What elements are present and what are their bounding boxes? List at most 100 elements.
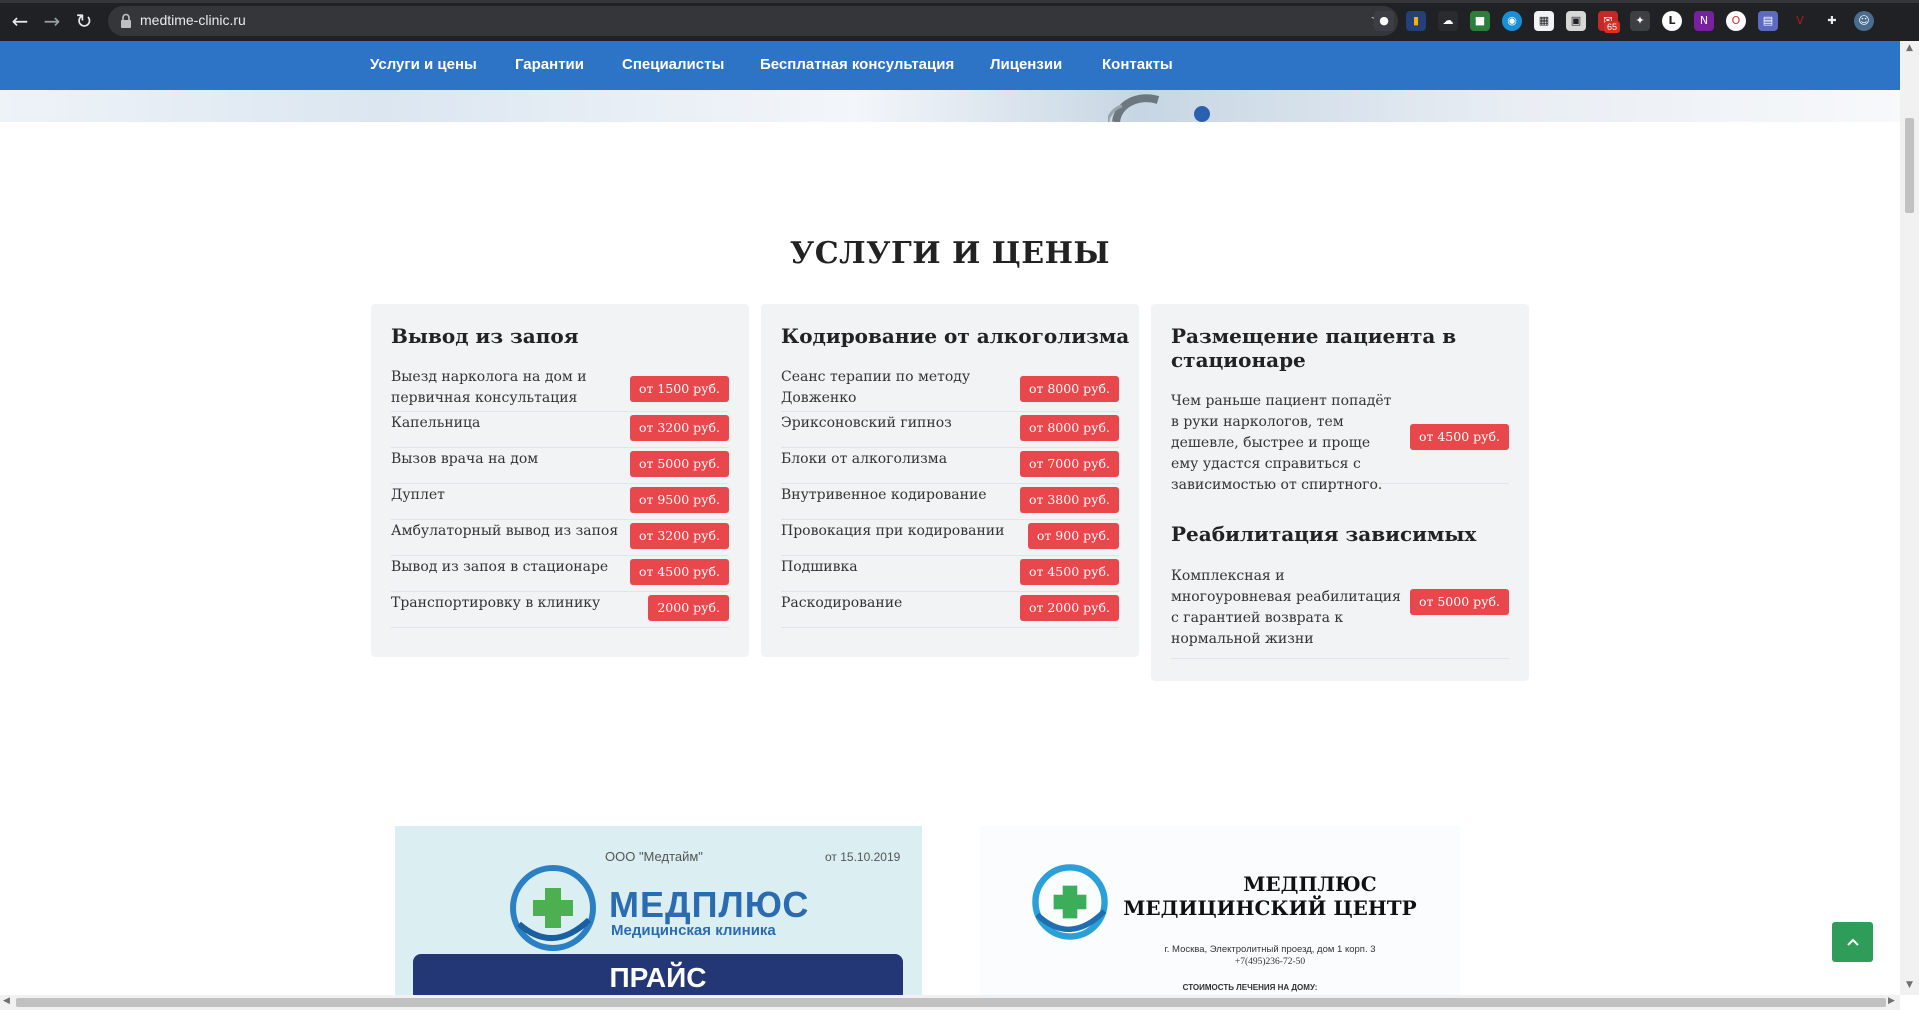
price-badge: от 7000 руб.: [1019, 451, 1119, 477]
extension-v-icon[interactable]: V: [1790, 11, 1810, 31]
tab-strip-edge: [0, 0, 1919, 3]
service-label: Провокация при кодировании: [781, 523, 1005, 539]
license-date: от 15.10.2019: [825, 850, 901, 864]
service-card-coding: Кодирование от алкоголизма Сеанс терапии…: [761, 304, 1139, 657]
medplus-logo-icon: [510, 865, 596, 951]
forward-icon[interactable]: →: [40, 9, 64, 33]
price-row: Подшивка от 4500 руб.: [781, 556, 1119, 592]
card-title-rehab: Реабилитация зависимых: [1171, 522, 1477, 546]
nav-item-consultation[interactable]: Бесплатная консультация: [760, 56, 954, 73]
price-badge: от 5000 руб.: [1409, 589, 1509, 615]
lock-icon: [121, 13, 131, 28]
price-row: Чем раньше пациент попадёт в руки наркол…: [1171, 391, 1509, 493]
nav-item-guarantees[interactable]: Гарантии: [515, 56, 584, 73]
price-badge: от 1500 руб.: [629, 376, 729, 402]
service-label: Капельница: [391, 415, 481, 431]
price-row: Выезд нарколога на дом и первичная консу…: [391, 367, 729, 412]
service-label: Блоки от алкоголизма: [781, 451, 948, 467]
price-row: Комплексная и многоуровневая реабилитаци…: [1171, 566, 1509, 659]
center-brand-line2: МЕДИЦИНСКИЙ ЦЕНТР: [1123, 896, 1417, 920]
scroll-up-arrow-icon[interactable]: ▲: [1906, 43, 1913, 53]
extension-save-icon[interactable]: ▤: [1758, 11, 1778, 31]
service-label: Сеанс терапии по методу Довженко: [781, 369, 971, 406]
hero-image-strip: [0, 90, 1900, 122]
service-label: Эриксоновский гипноз: [781, 415, 952, 431]
extension-1-icon[interactable]: ●: [1374, 11, 1394, 31]
back-icon[interactable]: ←: [8, 9, 32, 33]
scroll-left-arrow-icon[interactable]: ◀: [3, 996, 10, 1006]
medplus-center-logo-icon: [1032, 864, 1108, 940]
site-navbar: Услуги и цены Гарантии Специалисты Беспл…: [0, 41, 1900, 90]
center-phone: +7(495)236-72-50: [1234, 957, 1306, 967]
card-title: Размещение пациента в стационаре: [1171, 324, 1457, 372]
price-badge: от 8000 руб.: [1019, 415, 1119, 441]
price-badge: от 4500 руб.: [1019, 559, 1119, 585]
service-label: Вызов врача на дом: [391, 451, 539, 467]
price-row: Дуплет от 9500 руб.: [391, 484, 729, 520]
price-row: Капельница от 3200 руб.: [391, 412, 729, 448]
extension-blue-circle-icon[interactable]: ◉: [1502, 11, 1522, 31]
license-subtitle: Медицинская клиника: [611, 922, 776, 939]
vertical-scroll-thumb[interactable]: [1905, 118, 1914, 213]
scroll-to-top-button[interactable]: [1832, 922, 1873, 962]
browser-toolbar: ← → ↻ medtime-clinic.ru ☆ ● ▮ ☁ ■ ◉ ▦ ▣ …: [0, 0, 1919, 41]
service-card-inpatient: Размещение пациента в стационаре Чем ран…: [1151, 304, 1529, 681]
price-row: Вывод из запоя в стационаре от 4500 руб.: [391, 556, 729, 592]
center-address: г. Москва, Электролитный проезд, дом 1 к…: [1164, 944, 1376, 955]
service-label: Комплексная и многоуровневая реабилитаци…: [1171, 568, 1401, 647]
price-badge: от 8000 руб.: [1019, 376, 1119, 402]
price-badge: от 3800 руб.: [1019, 487, 1119, 513]
nav-item-licenses[interactable]: Лицензии: [990, 56, 1062, 73]
scroll-right-arrow-icon[interactable]: ▶: [1888, 996, 1895, 1006]
service-label: Амбулаторный вывод из запоя: [391, 523, 619, 539]
extension-onenote-icon[interactable]: N: [1694, 11, 1714, 31]
price-row: Провокация при кодировании от 900 руб.: [781, 520, 1119, 556]
price-banner: ПРАЙС: [413, 954, 903, 996]
center-cost-note: СТОИМОСТЬ ЛЕЧЕНИЯ НА ДОМУ:: [1182, 983, 1318, 992]
service-label: Подшивка: [781, 559, 858, 575]
service-label: Внутривенное кодирование: [781, 487, 987, 503]
extension-badge: 65: [1604, 21, 1621, 33]
service-label: Транспортировку в клинику: [391, 595, 601, 611]
extensions-puzzle-icon[interactable]: ✚: [1822, 11, 1842, 31]
price-badge: от 5000 руб.: [629, 451, 729, 477]
service-label: Выезд нарколога на дом и первичная консу…: [391, 369, 587, 406]
price-badge: от 3200 руб.: [629, 415, 729, 441]
price-banner-text: ПРАЙС: [609, 962, 707, 993]
extension-bird-icon[interactable]: ✦: [1630, 11, 1650, 31]
service-label: Вывод из запоя в стационаре: [391, 559, 609, 575]
url-text: medtime-clinic.ru: [140, 12, 246, 28]
extension-calendar-icon[interactable]: ▦: [1534, 11, 1554, 31]
scroll-down-arrow-icon[interactable]: ▼: [1906, 980, 1913, 990]
price-badge: от 4500 руб.: [629, 559, 729, 585]
license-document-center[interactable]: МЕДПЛЮС МЕДИЦИНСКИЙ ЦЕНТР г. Москва, Эле…: [980, 826, 1460, 996]
price-row: Транспортировку в клинику 2000 руб.: [391, 592, 729, 628]
extension-opera-icon[interactable]: O: [1726, 11, 1746, 31]
section-title: УСЛУГИ И ЦЕНЫ: [789, 236, 1111, 271]
price-badge: от 4500 руб.: [1409, 424, 1509, 450]
license-document-price[interactable]: ООО "Медтайм" от 15.10.2019 МЕДПЛЮС Меди…: [395, 826, 922, 996]
extension-puzzle-green-icon[interactable]: ■: [1470, 11, 1490, 31]
price-badge: от 9500 руб.: [629, 487, 729, 513]
reload-icon[interactable]: ↻: [72, 9, 96, 33]
nav-item-contacts[interactable]: Контакты: [1102, 56, 1173, 73]
horizontal-scroll-thumb[interactable]: [16, 998, 1886, 1007]
chevron-up-icon: [1846, 938, 1859, 946]
license-company: ООО "Медтайм": [605, 849, 703, 864]
extension-image-icon[interactable]: ▣: [1566, 11, 1586, 31]
price-row: Внутривенное кодирование от 3800 руб.: [781, 484, 1119, 520]
address-bar[interactable]: medtime-clinic.ru ☆: [108, 6, 1398, 36]
extension-chart-icon[interactable]: ▮: [1406, 11, 1426, 31]
card-title: Вывод из запоя: [391, 324, 579, 348]
nav-item-specialists[interactable]: Специалисты: [622, 56, 724, 73]
service-label: Раскодирование: [781, 595, 903, 611]
profile-avatar[interactable]: ☺: [1854, 11, 1874, 31]
extension-cloud-icon[interactable]: ☁: [1438, 11, 1458, 31]
price-badge: 2000 руб.: [648, 595, 729, 621]
card-title: Кодирование от алкоголизма: [781, 324, 1130, 348]
price-row: Амбулаторный вывод из запоя от 3200 руб.: [391, 520, 729, 556]
price-row: Раскодирование от 2000 руб.: [781, 592, 1119, 628]
price-row: Сеанс терапии по методу Довженко от 8000…: [781, 367, 1119, 412]
nav-item-services[interactable]: Услуги и цены: [370, 56, 477, 73]
extension-l-icon[interactable]: L: [1662, 11, 1682, 31]
